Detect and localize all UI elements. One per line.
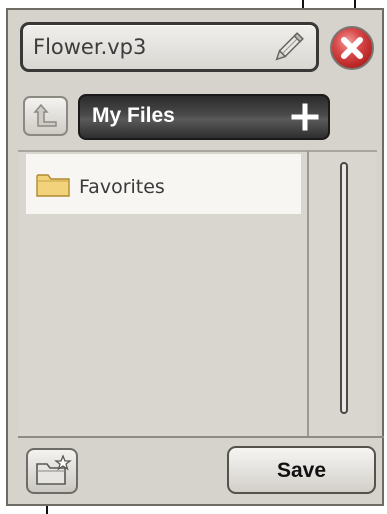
current-folder-bar[interactable]: My Files <box>78 94 330 140</box>
new-folder-button[interactable] <box>26 448 78 494</box>
scroll-column <box>307 150 377 436</box>
current-folder-label: My Files <box>92 104 175 127</box>
save-button[interactable]: Save <box>227 446 376 494</box>
pencil-icon[interactable] <box>270 30 306 66</box>
list-item-favorites[interactable]: Favorites <box>26 154 301 214</box>
close-x-icon <box>341 37 363 59</box>
new-folder-icon <box>36 454 72 485</box>
close-button[interactable] <box>330 26 374 70</box>
scrollbar[interactable] <box>340 162 348 414</box>
filename-text: Flower.vp3 <box>33 35 147 59</box>
save-button-label: Save <box>276 459 327 482</box>
file-list: Favorites <box>18 150 307 438</box>
folder-up-icon <box>33 103 57 127</box>
filename-field[interactable]: Flower.vp3 <box>20 22 319 72</box>
footer-divider <box>18 436 384 438</box>
folder-icon <box>36 174 70 197</box>
plus-icon[interactable] <box>290 102 320 132</box>
folder-up-button[interactable] <box>23 96 68 136</box>
list-item-label: Favorites <box>79 176 165 198</box>
